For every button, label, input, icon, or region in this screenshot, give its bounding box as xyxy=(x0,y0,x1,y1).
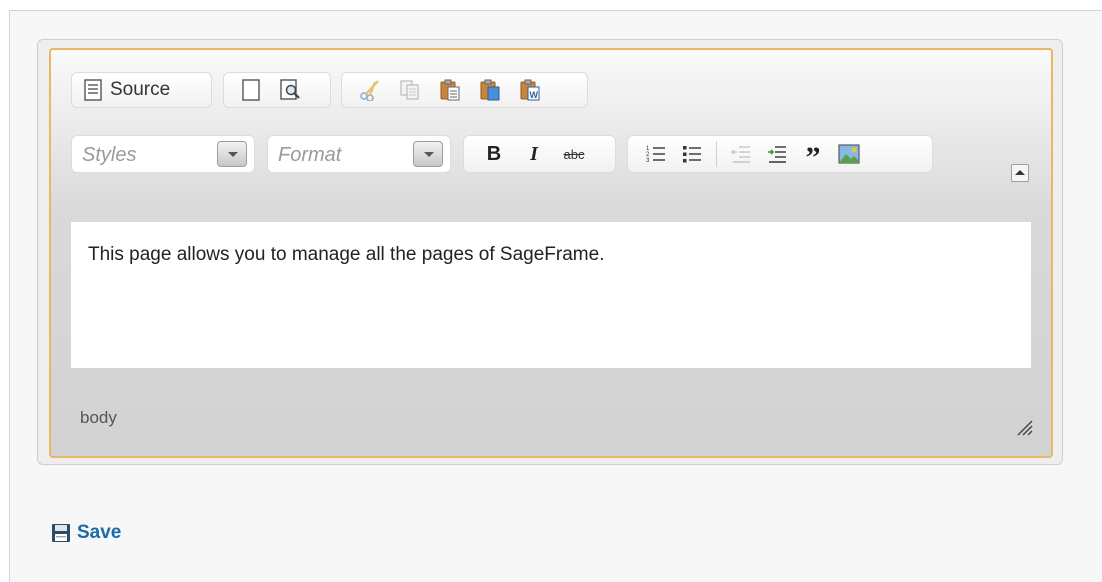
preview-icon xyxy=(280,79,300,100)
copy-icon xyxy=(400,80,419,100)
bold-button[interactable]: B xyxy=(474,143,514,166)
new-page-button[interactable] xyxy=(234,79,268,101)
element-path[interactable]: body xyxy=(80,408,117,428)
rich-text-editor: Source W Styles Format B I abc 1 2 3 ” T… xyxy=(49,48,1053,458)
new-page-icon xyxy=(242,79,260,101)
indent-button[interactable] xyxy=(759,144,795,164)
source-label: Source xyxy=(110,79,171,100)
svg-text:3: 3 xyxy=(646,158,650,164)
numbered-list-button[interactable]: 1 2 3 xyxy=(638,144,674,164)
format-combo[interactable]: Format xyxy=(267,135,451,173)
source-icon xyxy=(84,79,102,101)
styles-combo-label: Styles xyxy=(82,144,137,166)
toolbar-group-source: Source xyxy=(71,72,212,108)
strikethrough-icon: abc xyxy=(563,146,585,162)
format-combo-label: Format xyxy=(278,144,342,166)
toolbar-group-clipboard: W xyxy=(341,72,588,108)
bulleted-list-button[interactable] xyxy=(674,144,710,164)
resize-handle-icon[interactable] xyxy=(1015,418,1033,436)
italic-button[interactable]: I xyxy=(514,143,554,166)
blockquote-icon: ” xyxy=(805,141,821,174)
paste-from-word-icon: W xyxy=(520,79,540,101)
svg-text:W: W xyxy=(530,90,539,100)
blockquote-button[interactable]: ” xyxy=(795,140,831,174)
chevron-down-icon xyxy=(217,141,247,167)
toolbar-group-paragraph: 1 2 3 ” xyxy=(627,135,933,173)
save-label: Save xyxy=(77,522,122,543)
source-button[interactable]: Source xyxy=(72,79,170,101)
toolbar-group-basic-styles: B I abc xyxy=(463,135,616,173)
image-icon xyxy=(838,144,860,164)
save-button[interactable]: Save xyxy=(51,522,121,544)
paste-button[interactable] xyxy=(430,79,470,101)
paste-as-text-icon xyxy=(480,79,500,101)
image-button[interactable] xyxy=(831,144,867,164)
bold-icon: B xyxy=(486,142,502,165)
save-disk-icon xyxy=(52,524,70,542)
editor-content-area[interactable]: This page allows you to manage all the p… xyxy=(71,222,1031,368)
paste-icon xyxy=(440,79,460,101)
indent-icon xyxy=(768,146,786,163)
preview-button[interactable] xyxy=(274,79,308,101)
outdent-button[interactable] xyxy=(723,144,759,164)
collapse-toolbar-icon[interactable] xyxy=(1011,164,1029,182)
italic-icon: I xyxy=(530,142,538,165)
numbered-list-icon: 1 2 3 xyxy=(646,146,665,164)
styles-combo[interactable]: Styles xyxy=(71,135,255,173)
cut-icon xyxy=(360,80,379,101)
paste-as-text-button[interactable] xyxy=(470,79,510,101)
paste-from-word-button[interactable]: W xyxy=(510,79,550,101)
editor-content-text: This page allows you to manage all the p… xyxy=(88,244,605,265)
toolbar-group-document xyxy=(223,72,331,108)
bulleted-list-icon xyxy=(683,146,701,163)
cut-button[interactable] xyxy=(350,79,390,101)
strikethrough-button[interactable]: abc xyxy=(554,147,594,162)
chevron-down-icon xyxy=(413,141,443,167)
copy-button[interactable] xyxy=(390,79,430,101)
toolbar-separator xyxy=(716,141,717,167)
outdent-icon xyxy=(731,146,750,163)
